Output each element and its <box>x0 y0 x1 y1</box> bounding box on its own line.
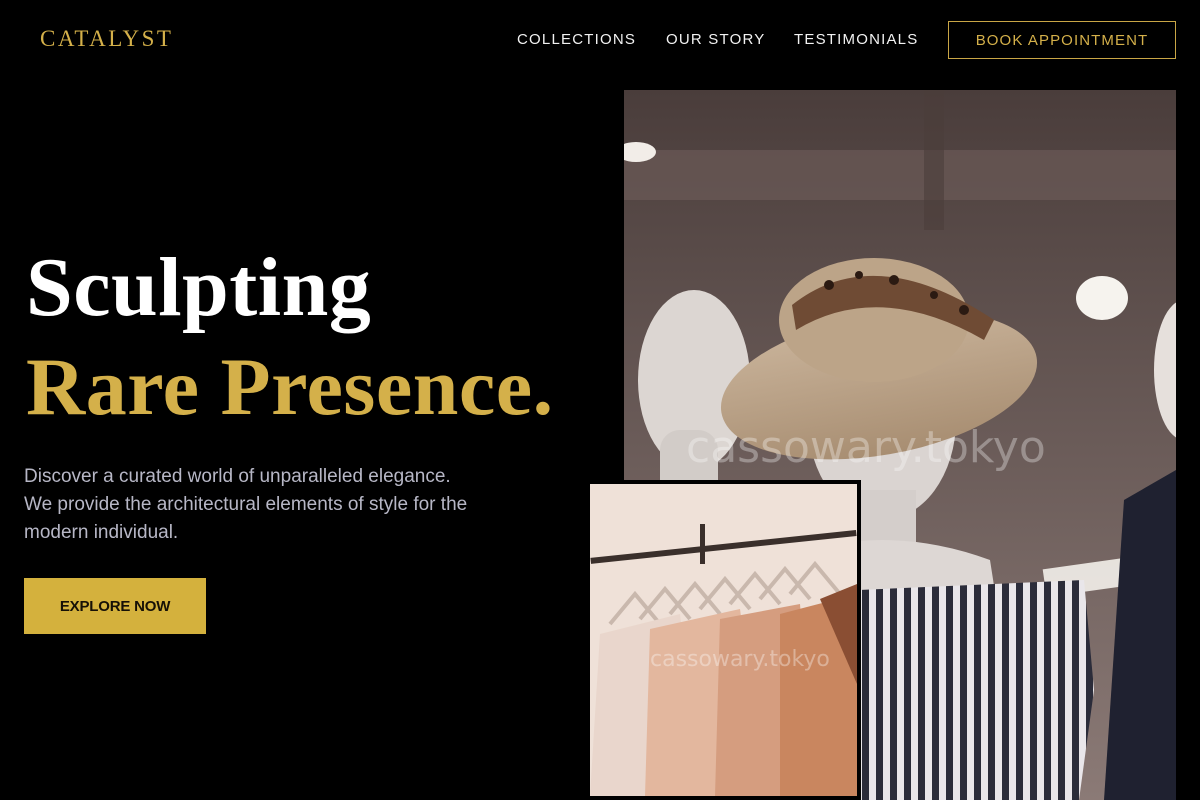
main-photo-watermark: cassowary.tokyo <box>686 422 1046 473</box>
clothing-rack-illustration: cassowary.tokyo <box>590 484 857 796</box>
small-photo-watermark: cassowary.tokyo <box>650 647 830 672</box>
site-header: CATALYST COLLECTIONS OUR STORY TESTIMONI… <box>0 0 1200 80</box>
clothing-rack-photo: cassowary.tokyo <box>586 480 861 800</box>
nav-link-collections[interactable]: COLLECTIONS <box>517 31 636 48</box>
hero-description: Discover a curated world of unparalleled… <box>24 466 468 543</box>
explore-now-button[interactable]: EXPLORE NOW <box>24 578 206 634</box>
hero-title-line1: Sculpting <box>26 241 372 334</box>
hero-title-line2: Rare Presence. <box>26 341 554 432</box>
book-appointment-button[interactable]: BOOK APPOINTMENT <box>948 21 1176 59</box>
nav-link-our-story[interactable]: OUR STORY <box>666 31 765 48</box>
nav-link-testimonials[interactable]: TESTIMONIALS <box>794 31 918 48</box>
brand-logo[interactable]: CATALYST <box>40 26 173 52</box>
